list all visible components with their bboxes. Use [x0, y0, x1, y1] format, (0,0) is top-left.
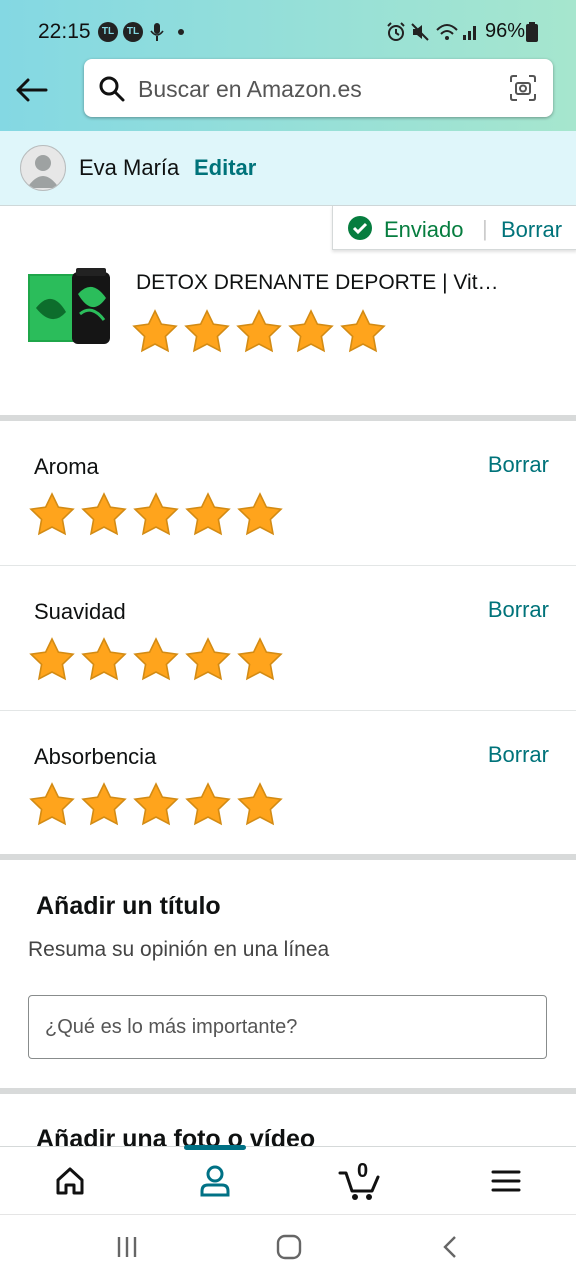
divider	[0, 415, 576, 421]
star-icon[interactable]	[132, 636, 180, 684]
back-arrow-icon[interactable]	[14, 72, 50, 108]
cart-count: 0	[357, 1160, 369, 1182]
signal-icon	[436, 24, 476, 40]
bottom-nav: 0	[0, 1145, 576, 1215]
status-time: 22:15	[38, 20, 91, 43]
star-icon[interactable]	[236, 636, 284, 684]
star-icon[interactable]	[236, 781, 284, 829]
search-input[interactable]	[136, 71, 490, 107]
star-icon[interactable]	[80, 636, 128, 684]
review-status-chip: Enviado | Borrar	[332, 206, 576, 250]
star-icon[interactable]	[132, 491, 180, 539]
person-icon[interactable]	[195, 1161, 235, 1201]
alarm-icon	[387, 22, 405, 41]
avatar	[20, 145, 66, 191]
header: 22:15 TL TL 96%	[0, 0, 576, 131]
divider	[0, 710, 576, 711]
divider	[0, 1088, 576, 1094]
star-icon[interactable]	[80, 781, 128, 829]
attribute-label-absorbencia: Absorbencia	[34, 744, 157, 769]
system-nav-bar	[0, 1214, 576, 1281]
product-title: DETOX DRENANTE DEPORTE | Vit…	[136, 271, 499, 294]
home-button-icon[interactable]	[276, 1234, 302, 1260]
star-icon[interactable]	[28, 636, 76, 684]
recent-apps-icon[interactable]	[115, 1234, 139, 1260]
product-image	[28, 268, 110, 344]
star-icon[interactable]	[235, 308, 283, 356]
star-icon[interactable]	[80, 491, 128, 539]
suavidad-star-rating[interactable]	[28, 636, 284, 684]
product-star-rating[interactable]	[131, 308, 387, 356]
star-icon[interactable]	[184, 636, 232, 684]
star-icon[interactable]	[131, 308, 179, 356]
mute-icon	[411, 23, 429, 41]
camera-scan-icon[interactable]	[509, 74, 537, 102]
aroma-star-rating[interactable]	[28, 491, 284, 539]
notification-icon: TL	[98, 22, 118, 42]
delete-absorbencia-link[interactable]: Borrar	[488, 742, 549, 768]
add-title-heading: Añadir un título	[36, 892, 221, 920]
notification-icon: TL	[123, 22, 143, 42]
attribute-label-aroma: Aroma	[34, 454, 99, 479]
home-icon[interactable]	[50, 1161, 90, 1201]
back-button-icon[interactable]	[441, 1234, 459, 1260]
menu-icon[interactable]	[486, 1161, 526, 1201]
star-icon[interactable]	[28, 781, 76, 829]
mic-icon	[150, 23, 164, 41]
edit-profile-link[interactable]: Editar	[194, 155, 256, 181]
search-bar[interactable]	[84, 59, 553, 117]
delete-review-link[interactable]: Borrar	[501, 217, 562, 243]
delete-suavidad-link[interactable]: Borrar	[488, 597, 549, 623]
star-icon[interactable]	[184, 491, 232, 539]
status-sent-label: Enviado	[384, 217, 464, 242]
star-icon[interactable]	[28, 491, 76, 539]
add-title-subheading: Resuma su opinión en una línea	[28, 938, 330, 961]
battery-icon	[526, 22, 538, 42]
check-circle-icon	[348, 216, 372, 240]
profile-bar: Eva María Editar	[0, 131, 576, 206]
delete-aroma-link[interactable]: Borrar	[488, 452, 549, 478]
star-icon[interactable]	[184, 781, 232, 829]
battery-level: 96%	[485, 20, 526, 42]
absorbencia-star-rating[interactable]	[28, 781, 284, 829]
separator: |	[482, 216, 488, 241]
avatar-icon	[27, 155, 59, 188]
star-icon[interactable]	[339, 308, 387, 356]
profile-name: Eva María	[79, 155, 180, 180]
attribute-label-suavidad: Suavidad	[34, 599, 126, 624]
review-title-input[interactable]	[28, 995, 547, 1059]
star-icon[interactable]	[287, 308, 335, 356]
dot-icon	[178, 29, 184, 35]
active-tab-indicator	[184, 1145, 246, 1150]
status-bar: 22:15 TL TL 96%	[0, 0, 576, 64]
search-icon	[99, 76, 125, 102]
divider	[0, 565, 576, 566]
star-icon[interactable]	[183, 308, 231, 356]
star-icon[interactable]	[132, 781, 180, 829]
star-icon[interactable]	[236, 491, 284, 539]
divider	[0, 854, 576, 860]
